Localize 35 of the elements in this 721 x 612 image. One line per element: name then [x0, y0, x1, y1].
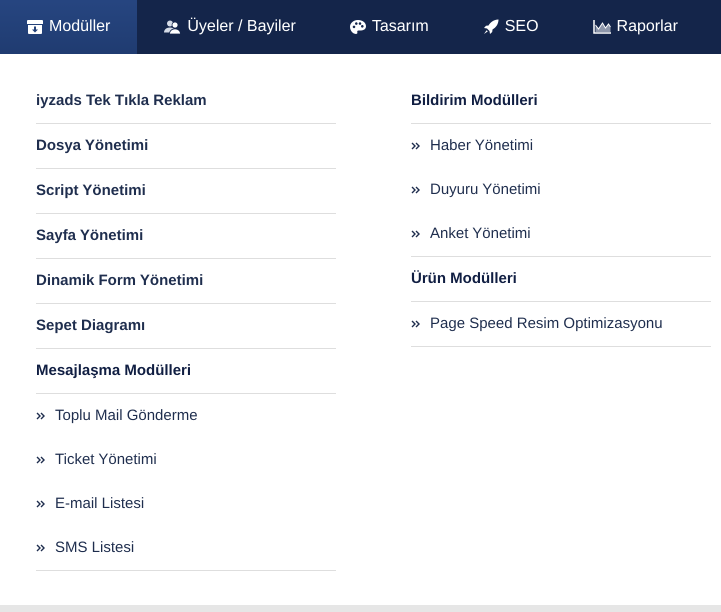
nav-tab[interactable]: Üyeler / Bayiler	[137, 0, 323, 54]
palette-icon	[350, 20, 366, 34]
menu-link[interactable]: Script Yönetimi	[36, 169, 336, 214]
area-chart-icon	[592, 20, 611, 34]
submenu-item[interactable]: Haber Yönetimi	[411, 124, 711, 168]
group-heading: Mesajlaşma Modülleri	[36, 349, 336, 394]
submenu-item[interactable]: Toplu Mail Gönderme	[36, 394, 336, 438]
double-chevron-icon	[411, 142, 420, 150]
submenu-item[interactable]: Page Speed Resim Optimizasyonu	[411, 302, 711, 346]
double-chevron-icon	[36, 500, 45, 508]
nav-tab[interactable]: Modüller	[0, 0, 138, 54]
group-heading: Ürün Modülleri	[411, 257, 711, 302]
double-chevron-icon	[411, 320, 420, 328]
menu-link[interactable]: Dinamik Form Yönetimi	[36, 259, 336, 304]
group-heading: Bildirim Modülleri	[411, 79, 711, 124]
menu-link[interactable]: Dosya Yönetimi	[36, 124, 336, 169]
submenu-item[interactable]: Duyuru Yönetimi	[411, 168, 711, 212]
submenu-item[interactable]: E-mail Listesi	[36, 482, 336, 526]
users-icon	[164, 20, 182, 34]
double-chevron-icon	[36, 456, 45, 464]
box-download-icon	[27, 20, 43, 34]
double-chevron-icon	[411, 186, 420, 194]
submenu-item[interactable]: Ticket Yönetimi	[36, 438, 336, 482]
double-chevron-icon	[36, 412, 45, 420]
double-chevron-icon	[36, 544, 45, 552]
menu-link[interactable]: iyzads Tek Tıkla Reklam	[36, 79, 336, 124]
menu-link[interactable]: Sepet Diagramı	[36, 304, 336, 349]
nav-tab[interactable]: Tasarım	[322, 0, 456, 54]
nav-tab[interactable]: Raporlar	[566, 0, 705, 54]
menu-link[interactable]: Sayfa Yönetimi	[36, 214, 336, 259]
nav-tab[interactable]: SEO	[456, 0, 566, 54]
submenu-item[interactable]: SMS Listesi	[36, 526, 336, 570]
submenu-item[interactable]: Anket Yönetimi	[411, 212, 711, 256]
rocket-icon	[482, 19, 499, 35]
double-chevron-icon	[411, 230, 420, 238]
